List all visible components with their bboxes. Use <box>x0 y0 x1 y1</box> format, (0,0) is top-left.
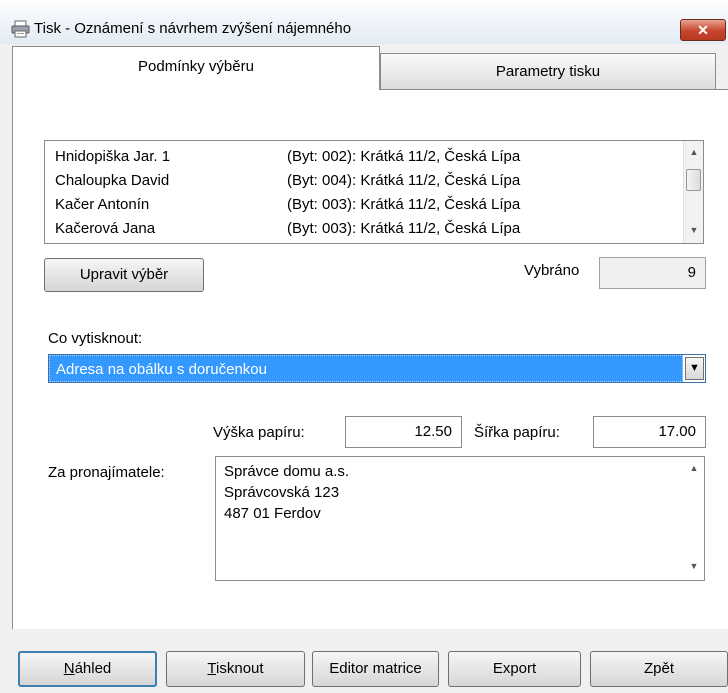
matrix-editor-button[interactable]: Editor matrice <box>312 651 439 687</box>
preview-label: áhled <box>74 660 112 677</box>
window-title: Tisk - Oznámení s návrhem zvýšení nájemn… <box>34 20 352 37</box>
close-button[interactable]: ✕ <box>680 19 726 41</box>
export-label: Export <box>492 660 537 677</box>
landlord-line: Správcovská 123 <box>224 484 340 501</box>
edit-selection-label: Upravit výběr <box>79 266 169 283</box>
list-scrollbar[interactable]: ▲ ▼ <box>683 141 703 243</box>
selected-count-field: 9 <box>599 257 706 289</box>
paper-width-value: 17.00 <box>658 423 696 440</box>
tenant-name: Chaloupka David <box>55 172 170 189</box>
scroll-down-icon[interactable]: ▼ <box>684 225 704 235</box>
tenant-listbox[interactable]: Hnidopiška Jar. 1 (Byt: 002): Krátká 11/… <box>44 140 704 244</box>
landlord-line: Správce domu a.s. <box>224 463 350 480</box>
landlord-line: 487 01 Ferdov <box>224 505 321 522</box>
title-bar: Tisk - Oznámení s návrhem zvýšení nájemn… <box>0 0 728 44</box>
scroll-down-icon[interactable]: ▼ <box>684 561 704 571</box>
paper-height-label: Výška papíru: <box>213 424 305 441</box>
print-label: isknout <box>216 660 264 677</box>
tab-label: Podmínky výběru <box>138 58 254 75</box>
preview-button[interactable]: Náhled <box>18 651 157 687</box>
tab-selection-conditions[interactable]: Podmínky výběru <box>12 46 380 90</box>
printer-icon <box>11 20 31 38</box>
tenant-address: (Byt: 004): Krátká 11/2, Česká Lípa <box>287 172 521 189</box>
selected-count-value: 9 <box>687 264 696 281</box>
scroll-thumb[interactable] <box>686 169 701 191</box>
selected-count-label: Vybráno <box>524 262 580 279</box>
print-what-value: Adresa na obálku s doručenkou <box>49 355 683 382</box>
matrix-editor-label: Editor matrice <box>329 660 422 677</box>
tenant-address: (Byt: 002): Krátká 11/2, Česká Lípa <box>287 148 521 165</box>
print-mnemonic: T <box>207 660 217 677</box>
edit-selection-button[interactable]: Upravit výběr <box>44 258 204 292</box>
scroll-up-icon[interactable]: ▲ <box>684 147 704 157</box>
memo-scrollbar[interactable]: ▲ ▼ <box>684 457 704 580</box>
landlord-textarea[interactable]: Správce domu a.s. Správcovská 123 487 01… <box>215 456 705 581</box>
scroll-up-icon[interactable]: ▲ <box>684 463 704 473</box>
tenant-name: Kačerová Jana <box>55 220 156 237</box>
paper-height-input[interactable]: 12.50 <box>345 416 462 448</box>
back-button[interactable]: Zpět <box>590 651 728 687</box>
close-icon: ✕ <box>697 22 709 38</box>
tab-print-parameters[interactable]: Parametry tisku <box>380 53 716 90</box>
landlord-label: Za pronajímatele: <box>48 464 165 481</box>
paper-width-input[interactable]: 17.00 <box>593 416 706 448</box>
tenant-address: (Byt: 003): Krátká 11/2, Česká Lípa <box>287 220 521 237</box>
print-what-select[interactable]: Adresa na obálku s doručenkou ▼ <box>48 354 706 383</box>
print-what-label: Co vytisknout: <box>48 330 143 347</box>
tab-label: Parametry tisku <box>495 63 601 80</box>
export-button[interactable]: Export <box>448 651 581 687</box>
paper-width-label: Šířka papíru: <box>474 424 560 441</box>
paper-height-value: 12.50 <box>414 423 452 440</box>
preview-mnemonic: N <box>63 660 75 677</box>
chevron-down-icon[interactable]: ▼ <box>685 357 704 380</box>
back-label: Zpět <box>643 660 674 677</box>
tenant-address: (Byt: 003): Krátká 11/2, Česká Lípa <box>287 196 521 213</box>
tenant-name: Kačer Antonín <box>55 196 150 213</box>
print-button[interactable]: Tisknout <box>166 651 305 687</box>
tenant-name: Hnidopiška Jar. 1 <box>55 148 171 165</box>
